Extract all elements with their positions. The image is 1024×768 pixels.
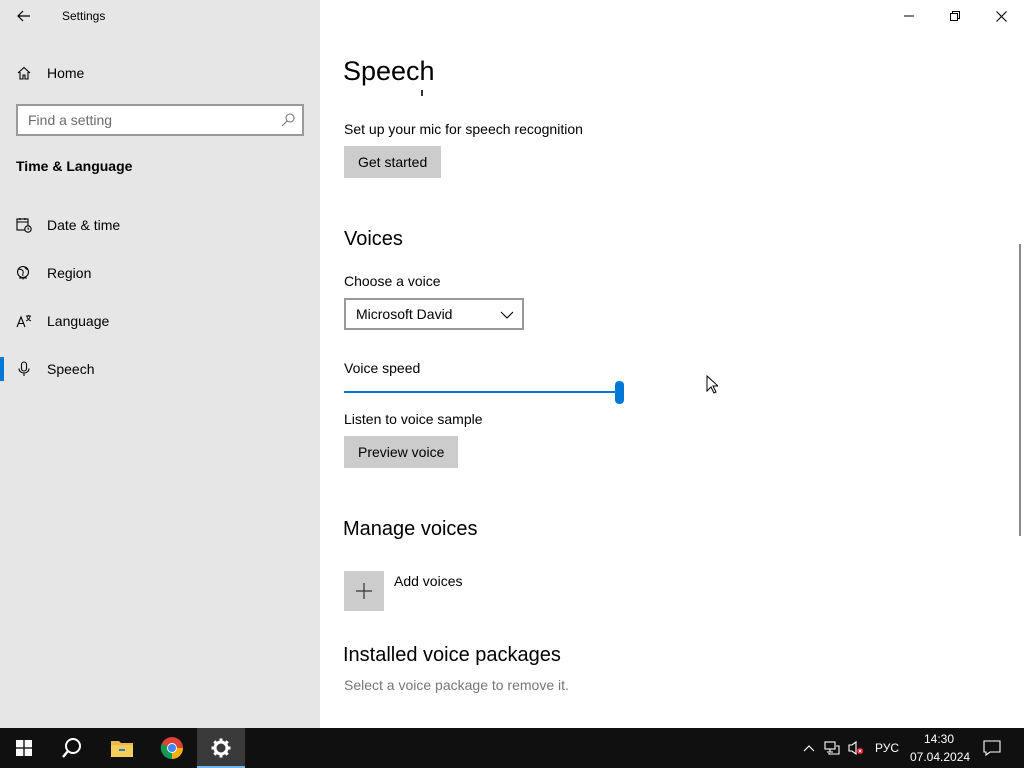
close-icon bbox=[995, 10, 1007, 22]
close-button[interactable] bbox=[978, 0, 1024, 32]
search-icon[interactable] bbox=[280, 112, 296, 128]
navigation-pane: Settings Home Time & Language Date & tim… bbox=[0, 0, 320, 728]
windows-start-icon bbox=[16, 740, 32, 756]
chevron-up-icon bbox=[803, 745, 815, 752]
show-hidden-icons-button[interactable] bbox=[801, 740, 817, 756]
sidebar-item-region[interactable]: Region bbox=[0, 253, 320, 293]
sidebar-item-label: Speech bbox=[47, 361, 95, 377]
search-input[interactable] bbox=[18, 106, 278, 134]
calendar-clock-icon bbox=[16, 217, 32, 233]
start-button[interactable] bbox=[0, 728, 48, 768]
taskbar-settings[interactable] bbox=[197, 728, 245, 768]
volume-control[interactable] bbox=[848, 740, 864, 756]
clock-date[interactable]: 07.04.2024 bbox=[910, 750, 970, 764]
voice-speed-label: Voice speed bbox=[344, 360, 421, 376]
page-title: Speech bbox=[343, 56, 435, 86]
sidebar-item-label: Region bbox=[47, 265, 92, 281]
listen-sample-label: Listen to voice sample bbox=[344, 411, 483, 427]
minimize-button[interactable] bbox=[886, 0, 932, 32]
volume-muted-icon bbox=[848, 740, 864, 756]
minimize-icon bbox=[904, 15, 914, 17]
notification-icon bbox=[983, 740, 1001, 757]
back-button[interactable] bbox=[8, 2, 40, 30]
add-voices-button[interactable] bbox=[344, 571, 384, 611]
mic-setup-description: Set up your mic for speech recognition bbox=[344, 121, 583, 137]
input-language-indicator[interactable]: РУС bbox=[875, 741, 899, 755]
voice-select[interactable]: Microsoft David bbox=[344, 298, 524, 330]
selected-voice-value: Microsoft David bbox=[356, 306, 453, 322]
clock-time[interactable]: 14:30 bbox=[924, 732, 954, 746]
nav-home[interactable]: Home bbox=[0, 53, 320, 93]
network-icon bbox=[824, 741, 840, 755]
app-title: Settings bbox=[62, 9, 106, 23]
manage-voices-heading: Manage voices bbox=[343, 518, 478, 540]
sidebar-item-speech[interactable]: Speech bbox=[0, 349, 320, 389]
sidebar-item-date-time[interactable]: Date & time bbox=[0, 205, 320, 245]
taskbar-chrome[interactable] bbox=[148, 728, 196, 768]
installed-packages-description: Select a voice package to remove it. bbox=[344, 677, 569, 693]
clipped-text-fragment bbox=[421, 90, 423, 96]
restore-icon bbox=[950, 11, 960, 21]
home-icon bbox=[16, 65, 32, 81]
voice-speed-slider-track[interactable] bbox=[344, 391, 620, 393]
preview-voice-button[interactable]: Preview voice bbox=[344, 436, 459, 468]
section-title: Time & Language bbox=[16, 158, 133, 174]
voices-heading: Voices bbox=[344, 228, 403, 250]
search-icon bbox=[62, 738, 81, 758]
microphone-icon bbox=[16, 361, 32, 377]
add-voices-label[interactable]: Add voices bbox=[394, 573, 462, 589]
sidebar-item-language[interactable]: Language bbox=[0, 301, 320, 341]
file-explorer-icon bbox=[111, 741, 133, 757]
action-center-button[interactable] bbox=[983, 739, 1001, 757]
installed-packages-heading: Installed voice packages bbox=[343, 644, 561, 666]
taskbar-file-explorer[interactable] bbox=[98, 728, 146, 768]
nav-home-label: Home bbox=[47, 65, 85, 81]
voice-speed-slider-thumb[interactable] bbox=[615, 381, 624, 404]
choose-voice-label: Choose a voice bbox=[344, 273, 441, 289]
restore-button[interactable] bbox=[932, 0, 978, 32]
network-status[interactable] bbox=[824, 740, 840, 756]
settings-gear-icon bbox=[211, 738, 231, 758]
sidebar-item-label: Language bbox=[47, 313, 110, 329]
globe-icon bbox=[16, 265, 32, 281]
mouse-cursor-icon bbox=[706, 375, 718, 394]
plus-icon bbox=[356, 583, 372, 599]
taskbar: РУС 14:30 07.04.2024 bbox=[0, 728, 1024, 768]
get-started-button[interactable]: Get started bbox=[344, 146, 442, 178]
language-icon bbox=[16, 313, 32, 329]
taskbar-search-button[interactable] bbox=[48, 728, 96, 768]
chrome-icon bbox=[160, 737, 183, 759]
search-box bbox=[16, 104, 304, 136]
sidebar-item-label: Date & time bbox=[47, 217, 121, 233]
chevron-down-icon bbox=[500, 311, 514, 319]
scrollbar-thumb[interactable] bbox=[1019, 244, 1021, 536]
back-arrow-icon bbox=[17, 10, 30, 22]
